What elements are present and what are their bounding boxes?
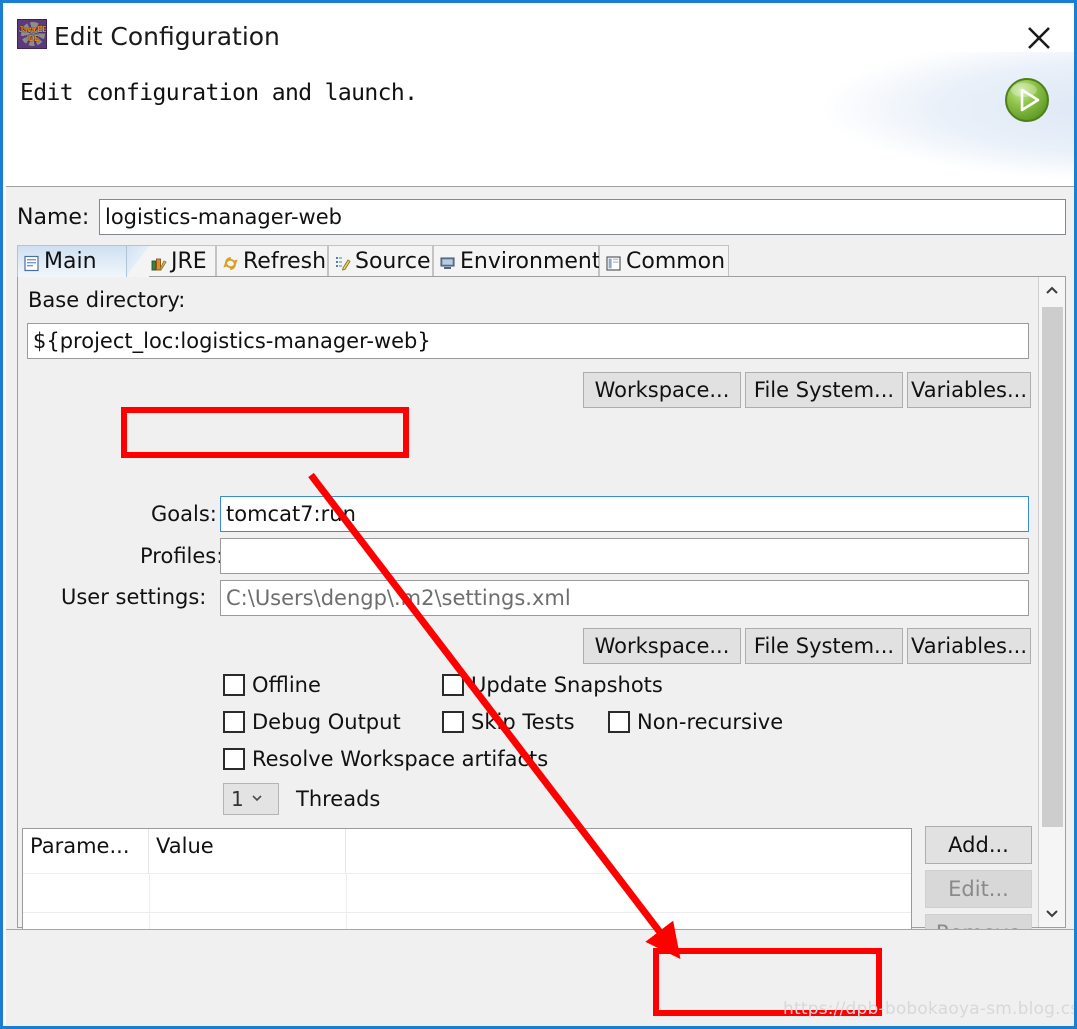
checkbox-offline-box[interactable] [223, 674, 245, 696]
scroll-up-arrow-icon[interactable] [1039, 277, 1065, 305]
checkbox-offline-label: Offline [252, 673, 321, 697]
app-icon-line2: IDE [26, 34, 40, 43]
tab-common-label: Common [626, 249, 726, 274]
checkbox-resolve-workspace-artifacts-box[interactable] [223, 748, 245, 770]
tab-environment[interactable]: Environment [433, 245, 601, 277]
threads-value: 1 [231, 787, 244, 811]
user-settings-input[interactable] [220, 580, 1029, 616]
checkbox-debug-output[interactable]: Debug Output [223, 710, 401, 734]
chevron-down-icon [250, 790, 264, 808]
refresh-arrows-icon [222, 253, 239, 270]
environment-icon [439, 253, 456, 270]
checkbox-non-recursive[interactable]: Non-recursive [608, 710, 783, 734]
tab-environment-label: Environment [460, 249, 601, 274]
user-settings-file-system-button[interactable]: File System... [745, 628, 903, 664]
threads-label: Threads [296, 787, 381, 811]
checkbox-update-snapshots-label: Update Snapshots [471, 673, 663, 697]
dialog-titlebar: Java EE IDE Edit Configuration Edit conf… [6, 6, 1074, 192]
java-ee-ide-icon: Java EE IDE [17, 19, 47, 49]
base-directory-label: Base directory: [28, 288, 186, 312]
tab-jre[interactable]: JRE [144, 245, 216, 277]
checkbox-skip-tests-box[interactable] [442, 711, 464, 733]
tab-main-label: Main [44, 249, 97, 274]
tab-source[interactable]: Source [328, 245, 433, 277]
main-tab-panel: Base directory: Workspace... File System… [17, 276, 1066, 952]
app-icon-line1: Java EE [18, 25, 47, 34]
tab-source-label: Source [355, 249, 431, 274]
scrollbar-thumb[interactable] [1042, 307, 1063, 827]
table-header-parameter: Parame... [23, 829, 149, 873]
dialog-body: Name: Main [6, 187, 1074, 1026]
tab-refresh[interactable]: Refresh [216, 245, 328, 277]
edit-configuration-dialog: Java EE IDE Edit Configuration Edit conf… [0, 0, 1077, 1029]
main-document-icon [23, 253, 40, 272]
checkbox-non-recursive-box[interactable] [608, 711, 630, 733]
panel-scrollbar[interactable] [1038, 277, 1065, 927]
name-row: Name: [17, 199, 1066, 237]
goals-input[interactable] [220, 496, 1029, 532]
goals-label: Goals: [151, 502, 217, 526]
base-dir-variables-button[interactable]: Variables... [907, 372, 1031, 408]
close-icon[interactable] [1019, 20, 1059, 56]
base-dir-workspace-button[interactable]: Workspace... [583, 372, 741, 408]
checkbox-update-snapshots[interactable]: Update Snapshots [442, 673, 663, 697]
checkbox-skip-tests-label: Skip Tests [471, 710, 575, 734]
threads-dropdown[interactable]: 1 [223, 783, 279, 815]
watermark-text: https://dpb-bobokaoya-sm.blog.csdn.net [783, 999, 1074, 1019]
checkbox-resolve-workspace-artifacts[interactable]: Resolve Workspace artifacts [223, 747, 548, 771]
tab-jre-label: JRE [171, 249, 207, 274]
tab-main[interactable]: Main [17, 245, 127, 277]
base-dir-file-system-button[interactable]: File System... [745, 372, 903, 408]
profiles-input[interactable] [220, 538, 1029, 574]
profiles-label: Profiles: [140, 544, 224, 568]
name-label: Name: [17, 205, 90, 230]
table-header-value: Value [149, 829, 346, 873]
scroll-down-arrow-icon[interactable] [1039, 899, 1065, 927]
tab-bar: Main JRE Refresh Source Environment Comm… [17, 245, 1066, 277]
tab-refresh-label: Refresh [243, 249, 327, 274]
checkbox-debug-output-box[interactable] [223, 711, 245, 733]
dialog-subtitle: Edit configuration and launch. [20, 80, 418, 106]
table-gridline [23, 912, 911, 913]
name-input[interactable] [99, 199, 1066, 235]
base-directory-input[interactable] [27, 323, 1029, 359]
checkbox-update-snapshots-box[interactable] [442, 674, 464, 696]
table-header-row: Parame... Value [23, 829, 911, 873]
tab-curve-decoration [125, 245, 149, 277]
table-header-extra [346, 829, 911, 873]
table-gridline [23, 873, 911, 874]
checkbox-debug-output-label: Debug Output [252, 710, 401, 734]
checkbox-resolve-workspace-artifacts-label: Resolve Workspace artifacts [252, 747, 549, 771]
dialog-title: Edit Configuration [54, 22, 280, 51]
user-settings-workspace-button[interactable]: Workspace... [583, 628, 741, 664]
source-pencil-icon [334, 253, 351, 271]
checkbox-offline[interactable]: Offline [223, 673, 321, 697]
add-button[interactable]: Add... [925, 826, 1032, 864]
user-settings-variables-button[interactable]: Variables... [907, 628, 1031, 664]
common-panel-icon [605, 253, 622, 271]
checkbox-non-recursive-label: Non-recursive [637, 710, 784, 734]
jre-books-icon [150, 253, 167, 271]
tab-common[interactable]: Common [599, 245, 729, 277]
edit-button: Edit... [925, 870, 1032, 908]
run-green-play-icon [1003, 76, 1051, 124]
checkbox-skip-tests[interactable]: Skip Tests [442, 710, 575, 734]
user-settings-label: User settings: [61, 585, 207, 609]
